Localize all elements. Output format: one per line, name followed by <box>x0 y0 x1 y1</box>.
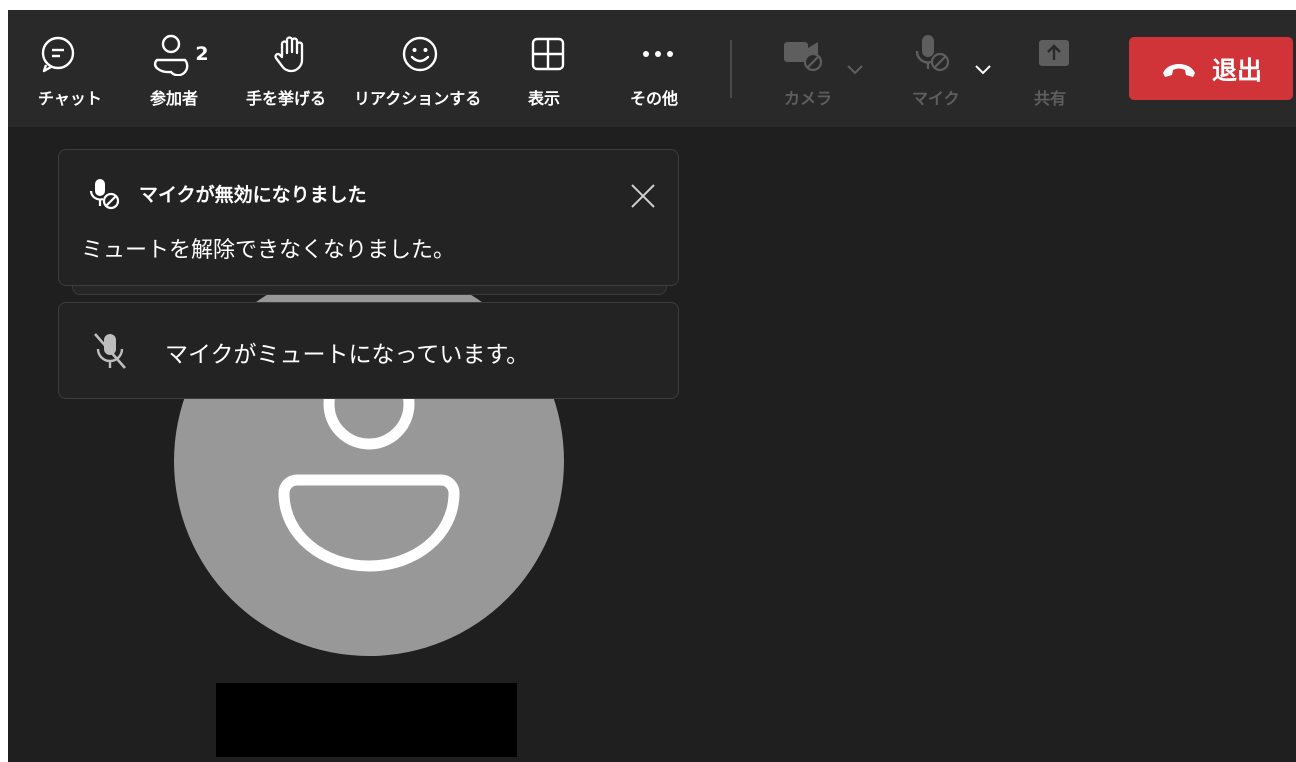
meeting-window: チャット 2 参加者 手を挙げる リアクションする 表示 その他 カメラ マイク… <box>8 10 1296 762</box>
view-label: 表示 <box>528 89 561 108</box>
participants-label: 参加者 <box>150 89 199 108</box>
hang-up-icon <box>1162 63 1195 77</box>
camera-button[interactable]: カメラ <box>776 10 832 127</box>
react-button[interactable]: リアクションする <box>352 10 488 127</box>
raise-hand-label: 手を挙げる <box>246 89 327 108</box>
react-label: リアクションする <box>354 89 482 108</box>
react-icon <box>400 32 440 76</box>
mic-muted-icon <box>94 333 126 369</box>
participants-icon: 2 <box>148 32 212 76</box>
share-button[interactable]: 共有 <box>1030 10 1078 127</box>
mic-button[interactable]: マイク <box>904 10 960 127</box>
view-button[interactable]: 表示 <box>524 10 572 127</box>
participants-button[interactable]: 2 参加者 <box>148 10 212 127</box>
toolbar-divider <box>730 40 732 98</box>
more-button[interactable]: その他 <box>628 10 688 127</box>
mic-disabled-notification: マイクが無効になりました ミュートを解除できなくなりました。 <box>58 149 679 286</box>
meeting-toolbar: チャット 2 参加者 手を挙げる リアクションする 表示 その他 カメラ マイク… <box>8 10 1296 127</box>
leave-button[interactable]: 退出 <box>1129 37 1293 100</box>
mic-disabled-body: ミュートを解除できなくなりました。 <box>81 238 456 263</box>
close-icon[interactable] <box>627 180 659 212</box>
camera-label: カメラ <box>784 89 833 108</box>
participant-name-plate <box>216 683 517 757</box>
more-icon <box>638 32 678 76</box>
raise-hand-button[interactable]: 手を挙げる <box>244 10 338 127</box>
camera-options-chevron-down-icon[interactable] <box>844 58 866 80</box>
mic-off-icon <box>910 32 954 76</box>
leave-label: 退出 <box>1211 55 1262 85</box>
camera-off-icon <box>780 32 828 76</box>
view-icon <box>528 32 568 76</box>
more-label: その他 <box>630 89 679 108</box>
raise-hand-icon <box>271 32 311 76</box>
chat-label: チャット <box>38 89 102 108</box>
chat-button[interactable]: チャット <box>30 10 102 127</box>
mic-muted-notification: マイクがミュートになっています。 <box>58 302 679 399</box>
share-icon <box>1034 32 1074 76</box>
mic-options-chevron-down-icon[interactable] <box>972 58 994 80</box>
mic-muted-text: マイクがミュートになっています。 <box>165 342 530 368</box>
mic-label: マイク <box>912 89 960 108</box>
mic-disabled-icon <box>89 179 120 210</box>
mic-disabled-title: マイクが無効になりました <box>139 184 367 206</box>
participants-count: 2 <box>195 43 209 65</box>
chat-icon <box>38 32 78 76</box>
share-label: 共有 <box>1034 89 1067 108</box>
